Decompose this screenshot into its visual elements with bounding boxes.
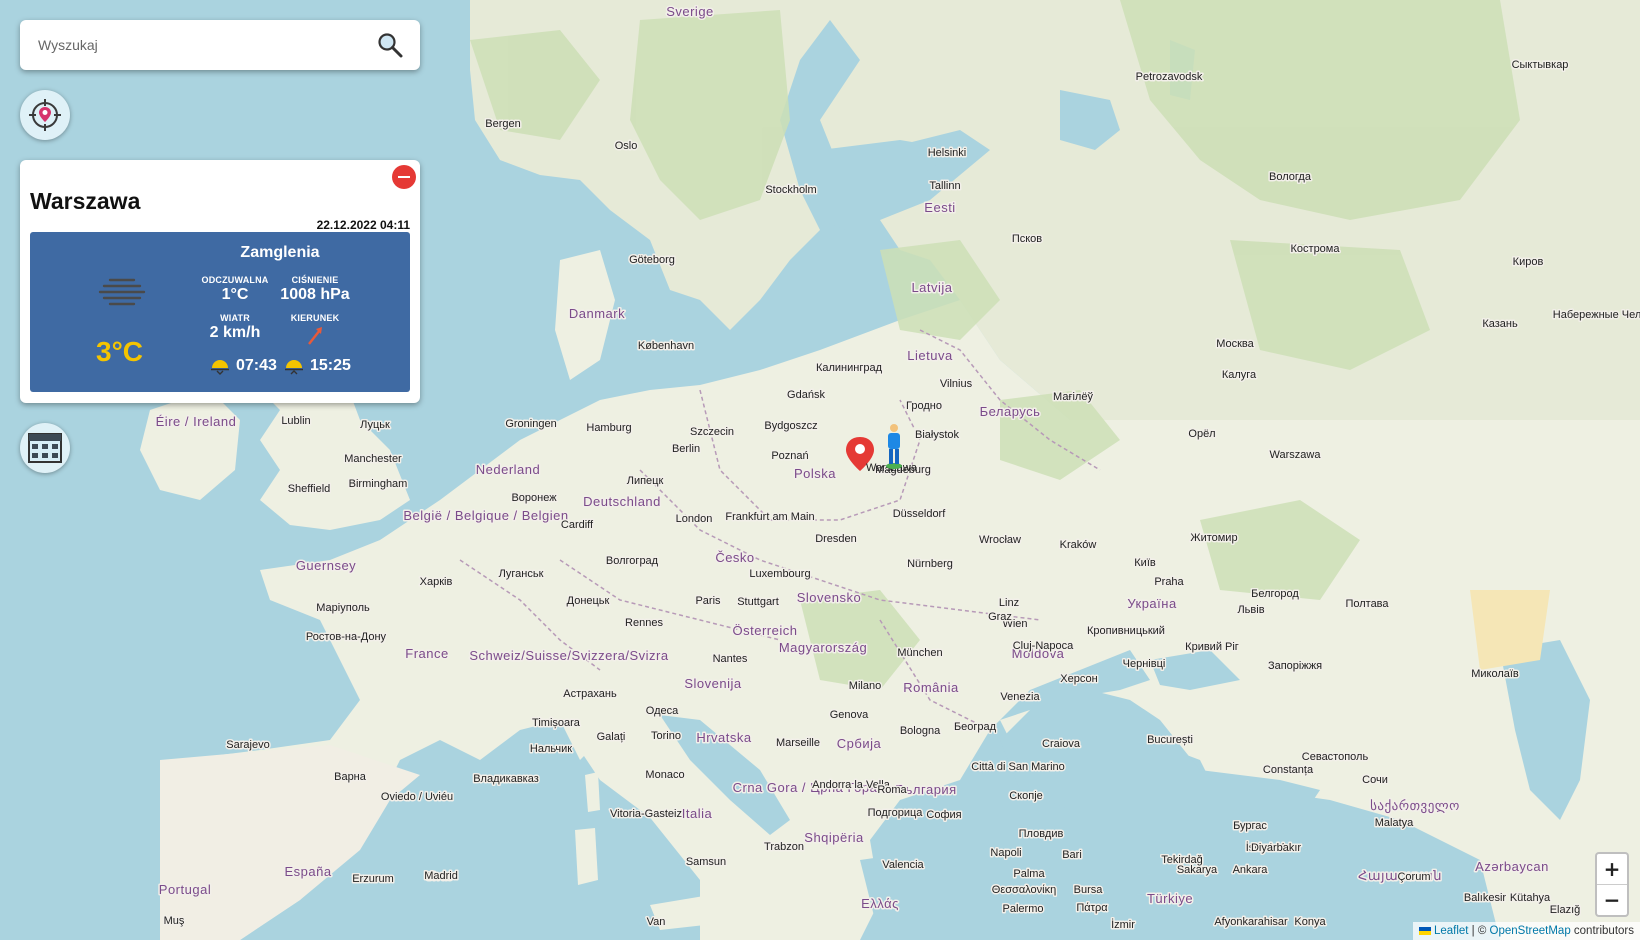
map-canvas[interactable] <box>0 0 1640 940</box>
pressure-stat: CIŚNIENIE 1008 hPa <box>275 275 355 304</box>
osm-link[interactable]: OpenStreetMap <box>1490 925 1571 937</box>
locate-button[interactable] <box>20 90 70 140</box>
location-target-icon <box>29 99 61 131</box>
feels-like-stat: ODCZUWALNA 1°C <box>200 275 270 304</box>
wind-value: 2 km/h <box>209 324 261 341</box>
sunrise-time: 07:43 <box>236 357 277 374</box>
sunset-icon <box>285 360 303 375</box>
minus-icon <box>398 176 410 178</box>
pressure-value: 1008 hPa <box>280 286 350 303</box>
weather-panel: Zamglenia 3°C ODCZUWALNA 1°C CIŚNIENIE 1… <box>30 232 410 392</box>
city-name: Warszawa <box>30 188 141 214</box>
attribution-separator: | © <box>1468 925 1490 937</box>
temperature: 3°C <box>96 336 143 367</box>
attribution: Leaflet | © OpenStreetMap contributors <box>1412 922 1640 940</box>
zoom-control: + − <box>1595 852 1629 917</box>
search-input[interactable] <box>36 36 376 54</box>
calendar-button[interactable] <box>20 423 70 473</box>
feels-like-value: 1°C <box>221 286 249 303</box>
zoom-in-button[interactable]: + <box>1597 854 1627 884</box>
feels-like-label: ODCZUWALNA <box>201 275 269 285</box>
weather-card: Warszawa 22.12.2022 04:11 Zamglenia 3°C … <box>20 160 420 403</box>
sunrise-icon <box>211 360 229 375</box>
sunrise: 07:43 <box>210 357 277 375</box>
weather-datetime: 22.12.2022 04:11 <box>316 218 410 232</box>
direction-stat: KIERUNEK <box>275 313 355 352</box>
calendar-grid-icon <box>28 433 62 463</box>
search-bar <box>20 20 420 70</box>
person-icon[interactable] <box>883 422 905 470</box>
sunset-time: 15:25 <box>310 357 351 374</box>
pressure-label: CIŚNIENIE <box>291 275 339 285</box>
fog-icon <box>98 278 146 306</box>
ukraine-flag-icon <box>1418 927 1431 935</box>
sunset: 15:25 <box>284 357 351 375</box>
close-card-button[interactable] <box>392 165 416 189</box>
zoom-out-button[interactable]: − <box>1597 884 1627 915</box>
direction-label: KIERUNEK <box>290 313 340 323</box>
search-icon[interactable] <box>376 31 404 59</box>
sardinia <box>575 828 598 885</box>
wind-stat: WIATR 2 km/h <box>200 313 270 342</box>
desert-area <box>1470 590 1550 670</box>
wind-label: WIATR <box>220 313 250 323</box>
weather-description: Zamglenia <box>240 244 320 261</box>
attribution-contributors: contributors <box>1570 925 1634 937</box>
wind-direction-arrow-icon <box>308 327 322 345</box>
leaflet-link[interactable]: Leaflet <box>1434 925 1469 937</box>
